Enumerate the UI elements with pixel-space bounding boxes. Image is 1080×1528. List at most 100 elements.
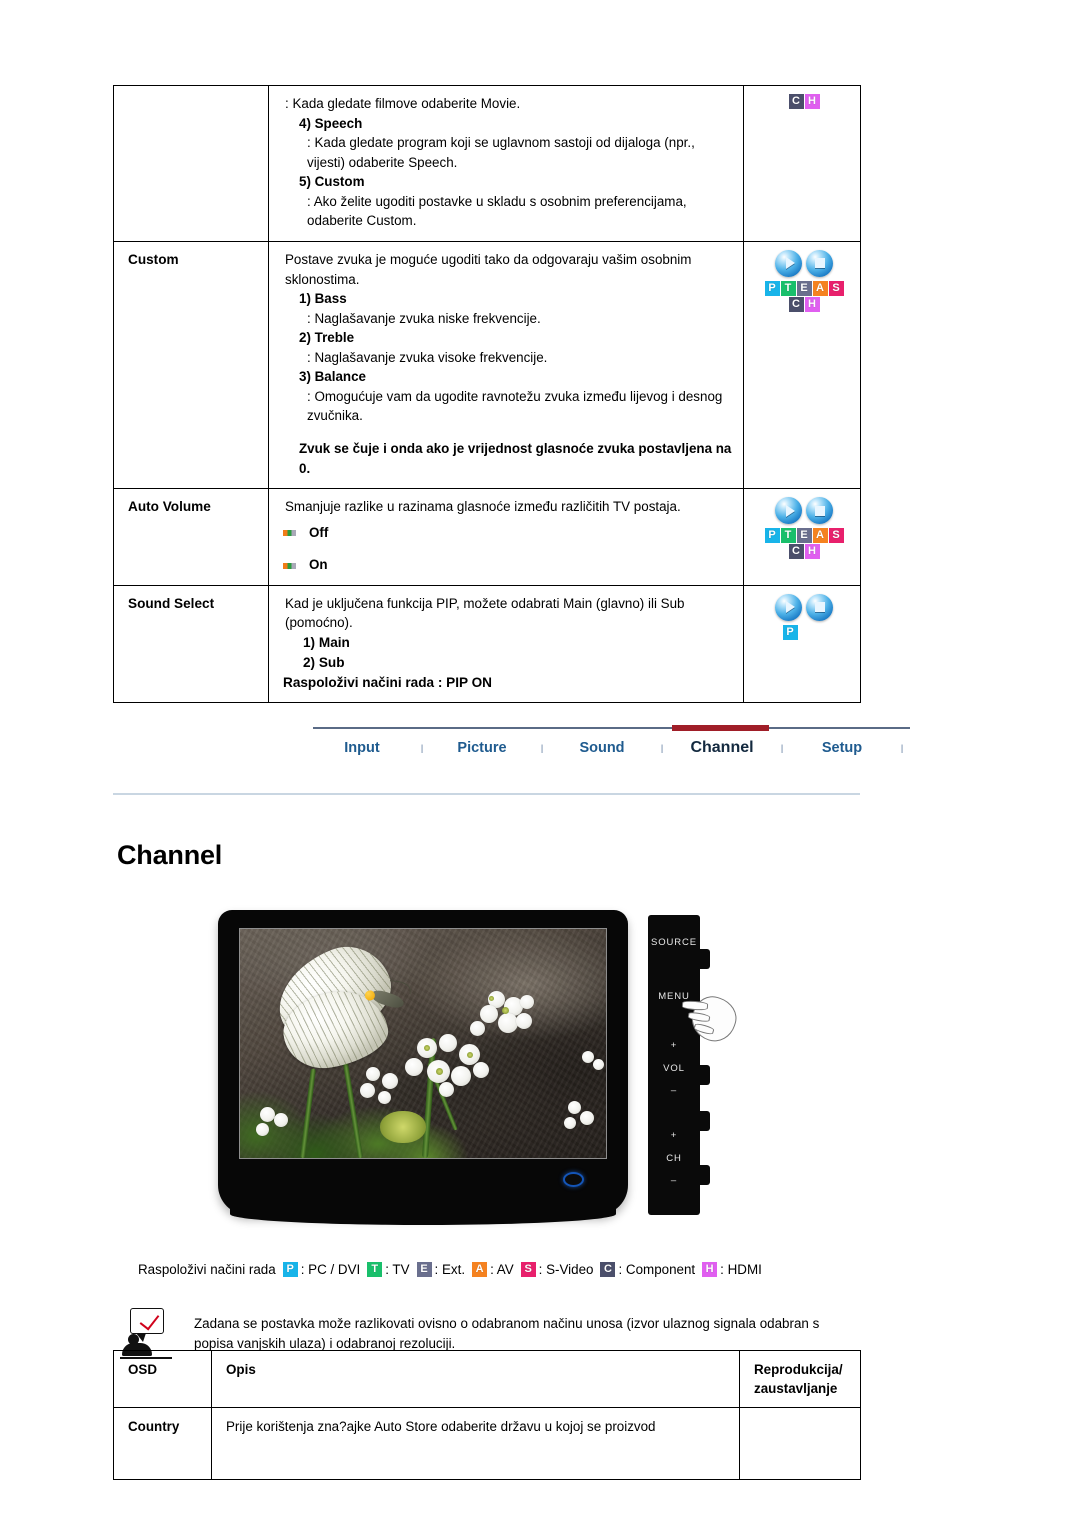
label-ch: CH [666,1153,682,1164]
mode-badge-component-icon: C [788,94,804,109]
cell-opis-country: Prije korištenja zna?ajke Auto Store oda… [211,1407,740,1481]
mode-badge-tv-icon: T [780,528,796,544]
button-ch-down[interactable]: – [648,1175,700,1186]
nav-separator: I [420,741,424,756]
tab-sound[interactable]: Sound [553,734,651,756]
desc-subhead: 3) Balance [299,369,366,385]
butterfly-antenna [388,980,412,995]
mode-badge-svideo-icon: S [828,528,844,544]
option-on: On [283,555,733,575]
row-description-cell: : Kada gledate filmove odaberite Movie. … [268,85,744,242]
row-icon-cell: CH [743,85,861,242]
mode-badge-hdmi-icon: H [804,94,820,109]
mode-badge-tv-icon: T [780,280,796,296]
row-icon-cell: P [743,584,861,704]
mode-badge-av-icon: A [812,280,828,296]
checkmark-icon [139,1309,160,1331]
section-nav: Input I Picture I Sound I Channel I Setu… [313,725,910,771]
playback-orbs [758,593,850,621]
desc-subbody: : Ako želite ugoditi postavke u skladu s… [307,193,687,229]
table-row: Custom Postave zvuka je moguće ugoditi t… [113,240,861,490]
desc-line: Smanjuje razlike u razinama glasnoće izm… [285,499,681,515]
nav-separator: I [780,741,784,756]
mode-badge-ext-icon: E [796,280,812,296]
butterfly-icon [264,933,425,1076]
button-source[interactable]: SOURCE [648,937,700,948]
mode-badge-component-icon: C [600,1261,616,1277]
desc-option: 1) Main [303,634,350,650]
legend-entry-av: : AV [490,1262,514,1277]
table-header-row: OSD Opis Reprodukcija/ zaustavljanje [113,1349,861,1409]
tab-setup[interactable]: Setup [793,734,891,756]
row-label: Sound Select [128,595,215,611]
column-header-opis: Opis [211,1349,740,1409]
pointing-hand-icon [681,983,742,1055]
mode-badge-hdmi-icon: H [804,544,820,560]
flower-cluster [578,1049,606,1079]
table-row: Auto Volume Smanjuje razlike u razinama … [113,488,861,586]
desc-modes: Raspoloživi načini rada : PIP ON [283,674,492,690]
flower-cluster [562,1101,602,1139]
table-row: : Kada gledate filmove odaberite Movie. … [113,85,861,242]
page-title: Channel [117,840,223,870]
row-icon-cell: PTEAS CH [743,240,861,490]
row-label-cell: Auto Volume [113,488,269,586]
mode-badge-component-icon: C [788,296,804,312]
row-label: Auto Volume [128,499,211,515]
flower-cluster [358,1067,414,1113]
mode-badge-pc-dvi-icon: P [764,280,780,296]
mode-badge-ext-icon: E [416,1261,432,1277]
header-line-1: Reprodukcija/ [754,1362,843,1377]
desc-subhead: 4) Speech [299,115,363,131]
desc-subhead: 5) Custom [299,174,365,190]
mode-badge-pc-dvi-icon: P [282,1261,298,1277]
desc-note: Zvuk se čuje i onda ako je vrijednost gl… [299,441,732,476]
desc-option: 2) Sub [303,654,345,670]
nav-separator: I [660,741,664,756]
nav-top-rule [313,727,910,729]
mode-badge-component-icon: C [788,544,804,560]
row-label-cell [113,85,269,242]
mode-badges-pteas: PTEAS [758,280,850,296]
desc-subbody: : Omogućuje vam da ugodite ravnotežu zvu… [307,388,723,424]
flower-cluster [256,1105,300,1145]
nav-separator: I [540,741,544,756]
mode-badge-tv-icon: T [367,1261,383,1277]
stop-orb-icon [806,249,833,277]
desc-subbody: : Naglašavanje zvuka visoke frekvencije. [307,349,548,365]
playback-orbs [758,249,850,277]
row-description-cell: Kad je uključena funkcija PIP, možete od… [268,584,744,704]
mode-legend: Raspoloživi načini rada P: PC / DVI T: TV E… [138,1261,762,1278]
option-off: Off [283,523,733,543]
cell-osd-country: Country [113,1407,212,1481]
legend-entry-component: : Component [618,1262,696,1277]
row-label: Custom [128,251,179,267]
desc-subhead: 1) Bass [299,291,347,307]
section-divider [113,793,860,795]
tab-channel[interactable]: Channel [673,733,771,757]
play-orb-icon [775,249,802,277]
tab-picture[interactable]: Picture [433,734,531,756]
playback-orbs [758,497,850,525]
play-orb-icon [775,593,802,621]
desc-subhead: 2) Treble [299,330,355,346]
hand-index-finger [681,1000,709,1011]
mode-badge-ext-icon: E [796,528,812,544]
tab-input[interactable]: Input [313,734,411,756]
legend-entry-tv: : TV [385,1262,410,1277]
legend-entry-ext: : Ext. [434,1262,466,1277]
monitor-control-panel: SOURCE MENU + VOL – + CH – [648,915,710,1215]
legend-entry-pc-dvi: : PC / DVI [300,1262,361,1277]
mode-badge-pc-dvi-icon: P [764,528,780,544]
mode-badges-ch: CH [758,94,850,109]
play-orb-icon [775,497,802,525]
row-description-cell: Smanjuje razlike u razinama glasnoće izm… [268,488,744,586]
label-vol: VOL [663,1063,685,1074]
header-line-2: zaustavljanje [754,1381,838,1397]
button-vol-down[interactable]: – [648,1085,700,1096]
monitor-screen [239,928,607,1159]
button-ch-up[interactable]: + [648,1130,700,1141]
row-icon-cell: PTEAS CH [743,488,861,586]
